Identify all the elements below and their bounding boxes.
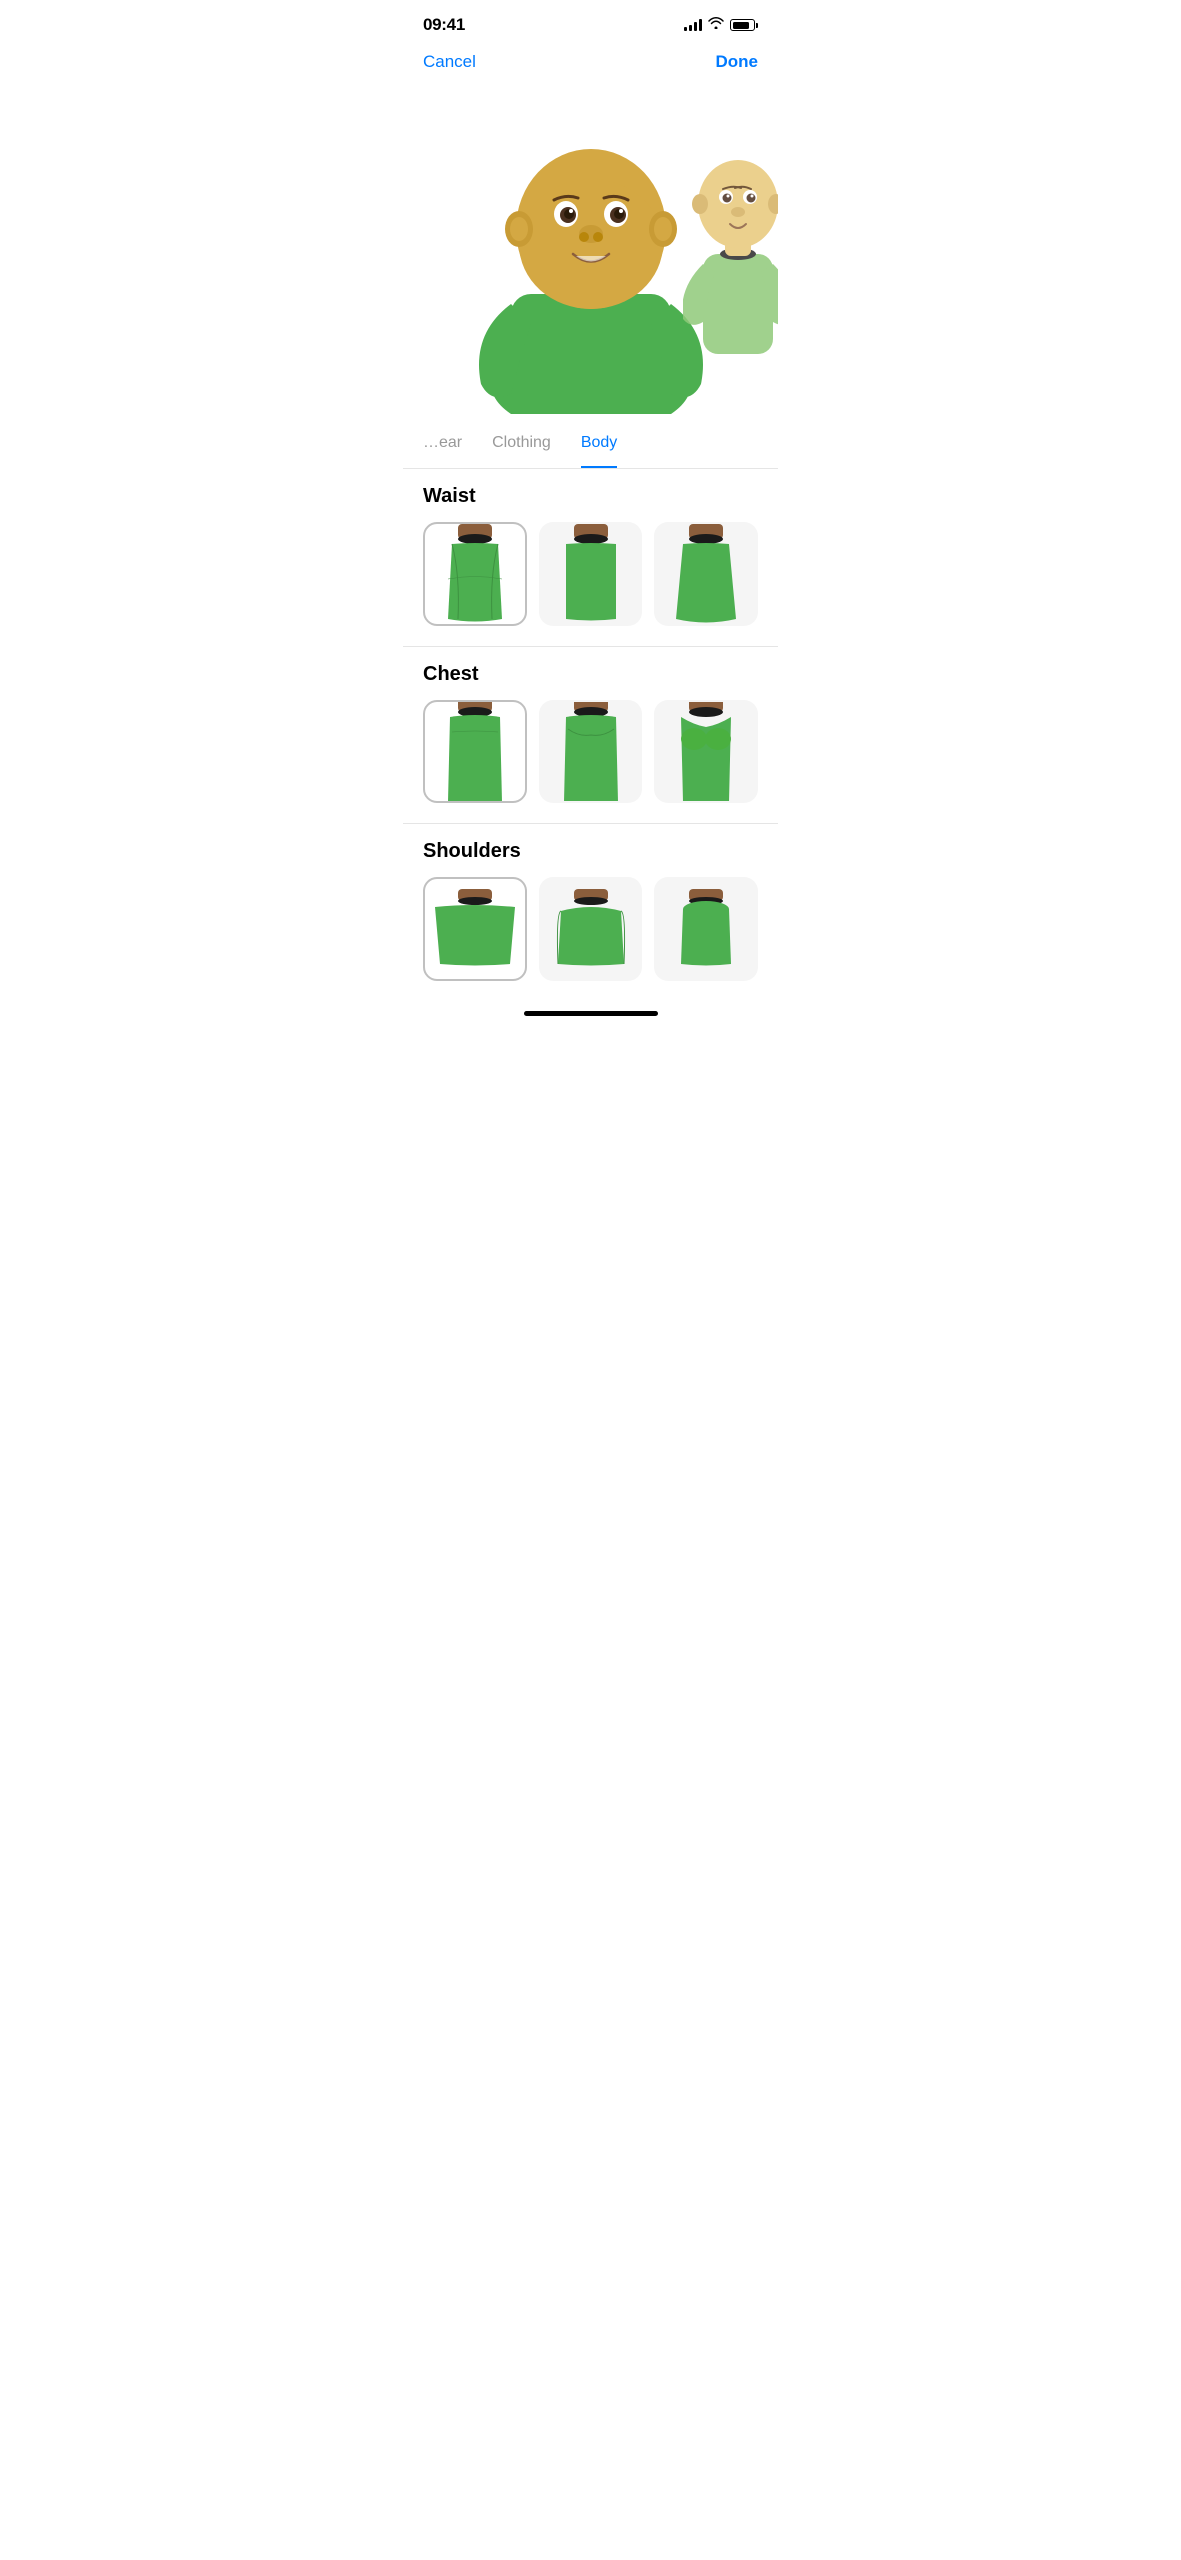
chest-options bbox=[423, 700, 758, 804]
waist-section: Waist bbox=[403, 469, 778, 647]
shoulders-option-1[interactable] bbox=[423, 877, 527, 981]
home-indicator bbox=[403, 1001, 778, 1024]
memoji-secondary-character bbox=[683, 134, 778, 354]
memoji-main-character bbox=[461, 94, 721, 414]
chest-title: Chest bbox=[423, 663, 758, 686]
nav-bar: Cancel Done bbox=[403, 44, 778, 84]
chest-option-1[interactable] bbox=[423, 700, 527, 804]
wifi-icon bbox=[708, 16, 724, 34]
waist-options bbox=[423, 522, 758, 626]
tab-headwear[interactable]: …ear bbox=[423, 434, 462, 458]
home-bar bbox=[524, 1011, 658, 1016]
tab-clothing[interactable]: Clothing bbox=[492, 434, 551, 458]
waist-option-2[interactable] bbox=[539, 522, 643, 626]
memoji-preview bbox=[403, 84, 778, 424]
battery-icon bbox=[730, 19, 758, 31]
signal-icon bbox=[684, 19, 702, 31]
shoulders-section: Shoulders bbox=[403, 824, 778, 1001]
status-time: 09:41 bbox=[423, 15, 465, 35]
body-content: Waist bbox=[403, 469, 778, 1001]
tab-section: …ear Clothing Body bbox=[403, 424, 778, 469]
chest-option-3[interactable] bbox=[654, 700, 758, 804]
waist-title: Waist bbox=[423, 485, 758, 508]
tab-body[interactable]: Body bbox=[581, 434, 617, 458]
waist-option-3[interactable] bbox=[654, 522, 758, 626]
done-button[interactable]: Done bbox=[716, 52, 759, 72]
chest-section: Chest bbox=[403, 647, 778, 825]
cancel-button[interactable]: Cancel bbox=[423, 52, 476, 72]
shoulders-options bbox=[423, 877, 758, 981]
waist-option-1[interactable] bbox=[423, 522, 527, 626]
status-icons bbox=[684, 16, 758, 34]
shoulders-option-2[interactable] bbox=[539, 877, 643, 981]
chest-option-2[interactable] bbox=[539, 700, 643, 804]
shoulders-title: Shoulders bbox=[423, 840, 758, 863]
shoulders-option-3[interactable] bbox=[654, 877, 758, 981]
status-bar: 09:41 bbox=[403, 0, 778, 44]
tab-row: …ear Clothing Body bbox=[423, 424, 758, 468]
